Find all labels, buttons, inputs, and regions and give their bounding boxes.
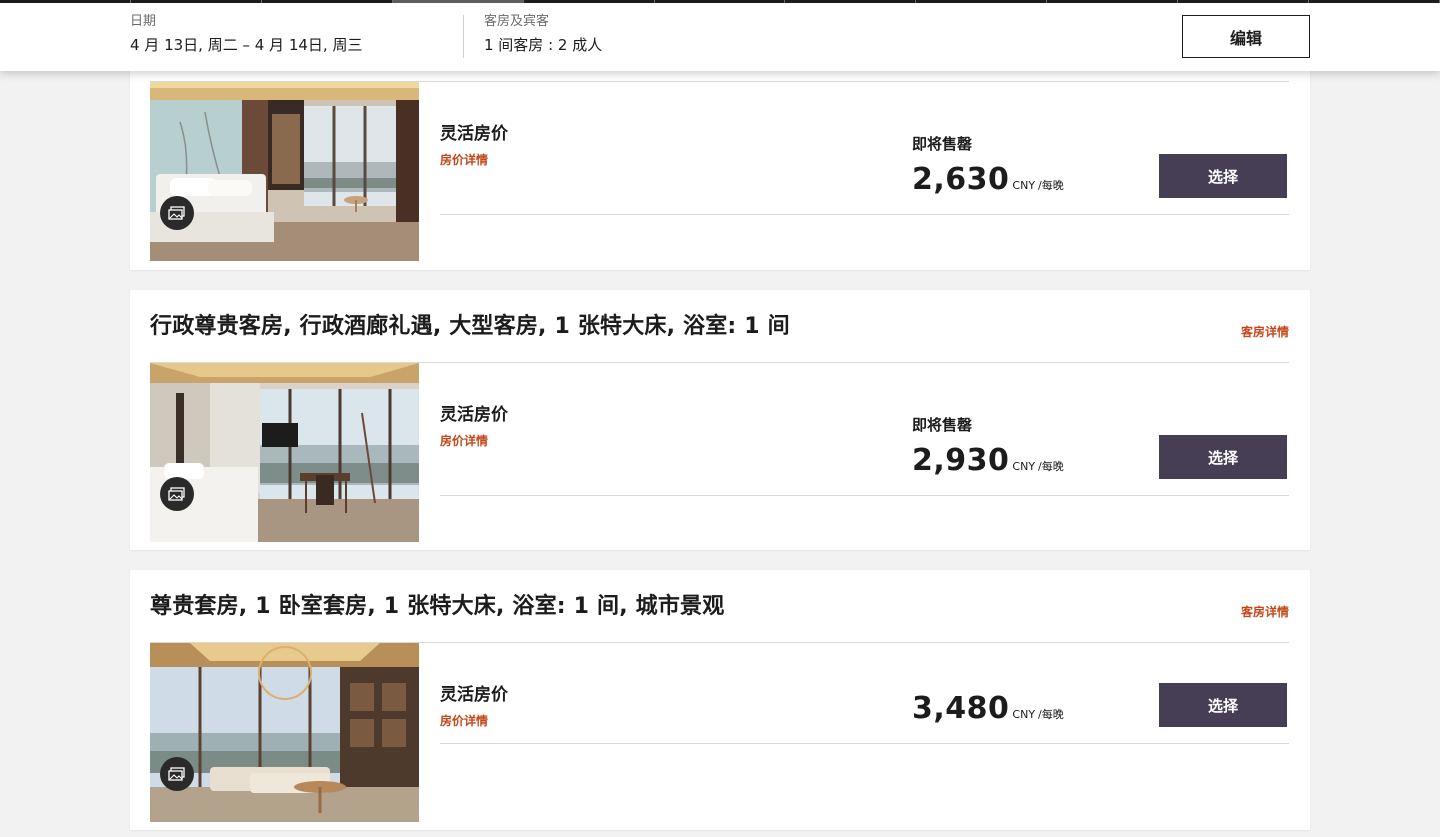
room-details-link[interactable]: 客房详情: [1241, 603, 1289, 620]
image-gallery-icon[interactable]: [160, 757, 194, 791]
availability-status: 即将售罄: [912, 135, 973, 153]
field-divider: [463, 15, 464, 58]
price-amount: 2,930: [912, 443, 1010, 478]
guests-value: 1 间客房 : 2 成人: [484, 36, 603, 54]
rate-divider: [440, 495, 1289, 496]
image-gallery-icon[interactable]: [160, 196, 194, 230]
price-amount: 2,630: [912, 162, 1010, 197]
rate-details-link[interactable]: 房价详情: [440, 432, 488, 449]
select-button[interactable]: 选择: [1159, 683, 1287, 727]
dates-value: 4 月 13日, 周二 – 4 月 14日, 周三: [130, 36, 363, 54]
price-per-night: /每晚: [1038, 460, 1064, 473]
price: 3,480 CNY /每晚: [912, 691, 1064, 726]
rate-divider: [440, 214, 1289, 215]
rate-name: 灵活房价: [440, 685, 508, 705]
price-currency: CNY: [1012, 179, 1036, 192]
price-per-night: /每晚: [1038, 708, 1064, 721]
price: 2,930 CNY /每晚: [912, 443, 1064, 478]
price-currency: CNY: [1012, 460, 1036, 473]
rate-details-link[interactable]: 房价详情: [440, 712, 488, 729]
rate-details-link[interactable]: 房价详情: [440, 151, 488, 168]
rate-divider: [440, 743, 1289, 744]
room-photo[interactable]: [150, 643, 419, 822]
price-per-night: /每晚: [1038, 179, 1064, 192]
rate-name: 灵活房价: [440, 405, 508, 425]
dates-label: 日期: [130, 14, 157, 29]
guests-field[interactable]: 客房及宾客 1 间客房 : 2 成人: [484, 13, 602, 56]
select-button[interactable]: 选择: [1159, 435, 1287, 479]
room-title: 尊贵套房, 1 卧室套房, 1 张特大床, 浴室: 1 间, 城市景观: [150, 594, 725, 619]
select-button[interactable]: 选择: [1159, 154, 1287, 198]
room-photo[interactable]: [150, 82, 419, 261]
room-details-link[interactable]: 客房详情: [1241, 323, 1289, 340]
price-currency: CNY: [1012, 708, 1036, 721]
availability-status: 即将售罄: [912, 416, 973, 434]
room-photo[interactable]: [150, 363, 419, 542]
edit-button[interactable]: 编辑: [1182, 15, 1310, 58]
room-title: 行政尊贵客房, 行政酒廊礼遇, 大型客房, 1 张特大床, 浴室: 1 间: [150, 314, 790, 339]
dates-field[interactable]: 日期 4 月 13日, 周二 – 4 月 14日, 周三: [130, 13, 362, 56]
search-summary-bar: 日期 4 月 13日, 周二 – 4 月 14日, 周三 客房及宾客 1 间客房…: [0, 0, 1440, 71]
room-card: 尊贵套房, 1 卧室套房, 1 张特大床, 浴室: 1 间, 城市景观 客房详情: [130, 570, 1310, 830]
guests-label: 客房及宾客: [484, 14, 550, 29]
top-tab-strip: [0, 0, 1440, 3]
price: 2,630 CNY /每晚: [912, 162, 1064, 197]
room-card: 行政尊贵客房, 行政酒廊礼遇, 大型客房, 1 张特大床, 浴室: 1 间 客房…: [130, 290, 1310, 550]
price-amount: 3,480: [912, 691, 1010, 726]
image-gallery-icon[interactable]: [160, 477, 194, 511]
rate-name: 灵活房价: [440, 124, 508, 144]
